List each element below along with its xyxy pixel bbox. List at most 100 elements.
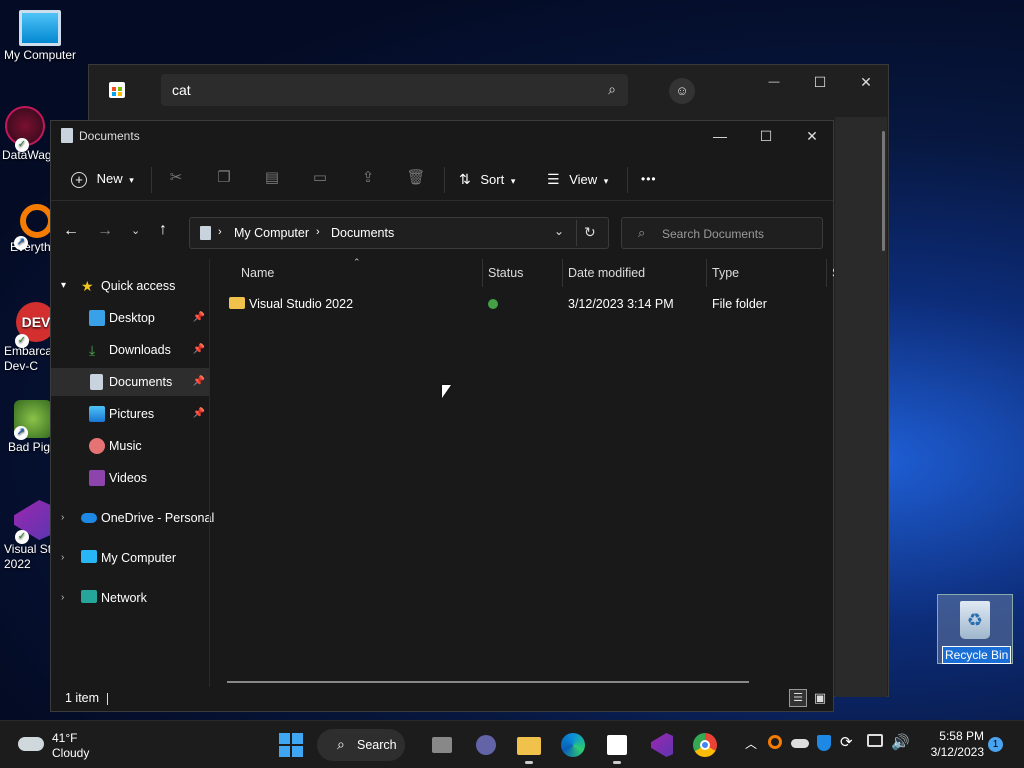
onedrive-tray-icon[interactable] — [791, 739, 809, 748]
nav-desktop[interactable]: Desktop 📌 — [51, 304, 209, 332]
column-header-type[interactable]: Type — [712, 266, 739, 280]
new-button[interactable]: + New ▾ — [71, 165, 134, 193]
active-indicator — [525, 761, 533, 764]
chevron-right-icon: › — [61, 592, 65, 603]
breadcrumb-documents[interactable]: Documents — [331, 226, 394, 240]
nav-onedrive[interactable]: › OneDrive - Personal — [51, 504, 214, 532]
notification-badge[interactable]: 1 — [988, 737, 1003, 752]
desktop-icon-recycle-bin[interactable]: ♻ Recycle Bin — [937, 594, 1013, 664]
pin-icon[interactable]: 📌 — [193, 368, 205, 396]
pane-splitter[interactable] — [209, 259, 210, 687]
desktop-icon-datawag[interactable]: DataWag ✓ — [0, 106, 50, 162]
more-options-button[interactable]: ••• — [641, 165, 657, 193]
network-icon — [81, 590, 97, 603]
chevron-down-icon[interactable]: ⌄ — [554, 224, 564, 238]
weather-desc: Cloudy — [52, 746, 90, 760]
nav-my-computer[interactable]: › My Computer — [51, 544, 209, 572]
store-close-button[interactable]: ✕ — [843, 67, 889, 97]
column-divider[interactable] — [482, 259, 483, 287]
account-icon[interactable]: ☺ — [669, 78, 695, 104]
sync-tray-icon[interactable]: ⟳ — [840, 733, 853, 751]
store-maximize-button[interactable]: ☐ — [797, 67, 843, 97]
copy-icon[interactable]: ❐ — [213, 167, 235, 189]
column-header-name[interactable]: Name — [241, 266, 274, 280]
nav-videos[interactable]: Videos — [51, 464, 209, 492]
refresh-icon[interactable]: ↻ — [584, 224, 596, 241]
view-button[interactable]: ☰ View ▾ — [547, 165, 608, 193]
breadcrumb-my-computer[interactable]: My Computer — [234, 226, 309, 240]
navigation-pane: ▾ ★ Quick access Desktop 📌 ⤓ Downloads 📌… — [51, 259, 214, 687]
sort-button[interactable]: ⇅ Sort ▾ — [459, 165, 515, 193]
column-divider[interactable] — [562, 259, 563, 287]
details-view-icon[interactable]: ☰ — [789, 689, 807, 707]
desktop-icon-devcpp[interactable]: DEV Embarca Dev-C ✓ — [0, 302, 56, 374]
nav-pictures[interactable]: Pictures 📌 — [51, 400, 209, 428]
horizontal-scrollbar[interactable] — [227, 681, 749, 683]
shortcut-arrow-icon: ↗ — [14, 236, 28, 250]
pin-icon[interactable]: 📌 — [193, 400, 205, 428]
paste-icon[interactable]: ▤ — [261, 167, 283, 189]
chrome-icon[interactable] — [691, 731, 719, 759]
column-header-status[interactable]: Status — [488, 266, 523, 280]
nav-label: Network — [101, 591, 147, 605]
close-button[interactable]: ✕ — [789, 121, 835, 151]
desktop-icon-everything[interactable]: Everyth ↗ — [0, 204, 54, 254]
store-taskbar-icon[interactable] — [603, 731, 631, 764]
file-row[interactable]: Visual Studio 2022 3/12/2023 3:14 PM Fil… — [221, 293, 826, 315]
forward-arrow-icon[interactable]: → — [97, 222, 113, 240]
taskbar-search-button[interactable]: ⌕ Search — [317, 729, 405, 761]
weather-temp: 41°F — [52, 731, 78, 745]
desktop-icon-visual-studio[interactable]: Visual St 2022 ✓ — [0, 500, 51, 572]
nav-downloads[interactable]: ⤓ Downloads 📌 — [51, 336, 209, 364]
start-button[interactable] — [277, 731, 305, 759]
desktop-icon-bad-piggies[interactable]: Bad Pig ↗ — [0, 400, 52, 454]
rename-icon[interactable]: ▭ — [309, 167, 331, 189]
chevron-down-icon: ▾ — [129, 175, 134, 185]
column-header-size[interactable]: S — [832, 266, 834, 280]
show-hidden-icons-chevron[interactable]: ︿ — [745, 735, 757, 752]
desktop-icon-label: My Computer — [3, 48, 77, 62]
large-icons-view-icon[interactable]: ▣ — [811, 689, 829, 707]
column-divider[interactable] — [826, 259, 827, 287]
maximize-button[interactable]: ☐ — [743, 121, 789, 151]
up-arrow-icon[interactable]: ↑ — [159, 221, 167, 239]
store-search-input[interactable]: cat ⌕ — [161, 74, 628, 106]
clock[interactable]: 5:58 PM 3/12/2023 — [918, 729, 984, 759]
pin-icon[interactable]: 📌 — [193, 336, 205, 364]
mouse-cursor — [442, 385, 451, 398]
file-explorer-taskbar-icon[interactable] — [515, 731, 543, 764]
back-arrow-icon[interactable]: ← — [63, 222, 79, 240]
search-icon[interactable]: ⌕ — [608, 81, 616, 98]
recent-chevron-icon[interactable]: ⌄ — [131, 224, 140, 237]
search-documents-input[interactable]: ⌕ Search Documents — [621, 217, 823, 249]
minimize-button[interactable]: — — [697, 121, 743, 151]
store-scrollbar[interactable] — [882, 131, 885, 251]
store-minimize-button[interactable]: — — [751, 67, 797, 97]
nav-documents[interactable]: Documents 📌 — [51, 368, 209, 396]
status-divider — [107, 693, 108, 705]
address-bar[interactable]: › My Computer › Documents ⌄ ↻ — [189, 217, 609, 249]
task-view-icon[interactable] — [428, 731, 456, 759]
explorer-titlebar[interactable]: Documents — ☐ ✕ — [51, 121, 833, 151]
desktop-icon-my-computer[interactable]: My Computer — [0, 10, 80, 62]
videos-icon — [89, 470, 105, 486]
teams-chat-icon[interactable] — [472, 731, 500, 759]
pin-icon[interactable]: 📌 — [193, 304, 205, 332]
network-tray-icon[interactable] — [867, 734, 883, 747]
visual-studio-taskbar-icon[interactable] — [647, 731, 675, 759]
share-icon[interactable]: ⇪ — [357, 167, 379, 189]
nav-network[interactable]: › Network — [51, 584, 209, 612]
volume-icon[interactable]: 🔊 — [891, 733, 910, 751]
column-header-date-modified[interactable]: Date modified — [568, 266, 645, 280]
nav-music[interactable]: Music — [51, 432, 209, 460]
column-divider[interactable] — [706, 259, 707, 287]
delete-icon[interactable]: 🗑 — [405, 167, 427, 189]
everything-tray-icon[interactable] — [768, 735, 782, 749]
nav-quick-access[interactable]: ▾ ★ Quick access — [51, 272, 209, 300]
nav-label: Music — [109, 439, 142, 453]
weather-widget[interactable]: 41°F Cloudy — [16, 729, 116, 761]
cut-icon[interactable]: ✂ — [165, 167, 187, 189]
security-shield-icon[interactable] — [817, 735, 831, 751]
file-explorer-window[interactable]: Documents — ☐ ✕ + New ▾ ✂ ❐ ▤ ▭ ⇪ 🗑 ⇅ So… — [50, 120, 834, 712]
edge-icon[interactable] — [559, 731, 587, 759]
